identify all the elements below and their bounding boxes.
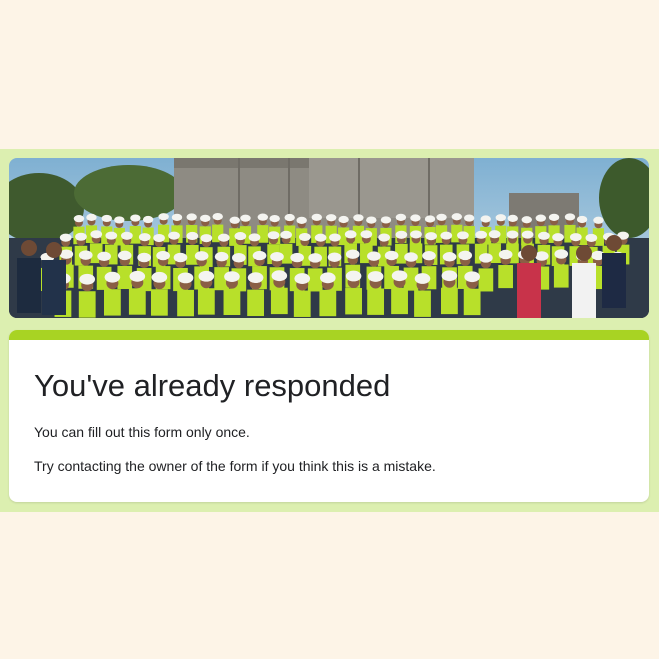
page: You've already responded You can fill ou… bbox=[0, 0, 659, 659]
group-photo bbox=[9, 158, 649, 318]
form-container: You've already responded You can fill ou… bbox=[0, 149, 659, 512]
header-banner-image bbox=[9, 158, 649, 318]
message-contact-owner: Try contacting the owner of the form if … bbox=[34, 458, 436, 474]
already-responded-card: You've already responded You can fill ou… bbox=[9, 330, 649, 502]
message-once: You can fill out this form only once. bbox=[34, 424, 250, 440]
page-title: You've already responded bbox=[34, 368, 391, 403]
card-accent-bar bbox=[9, 330, 649, 340]
